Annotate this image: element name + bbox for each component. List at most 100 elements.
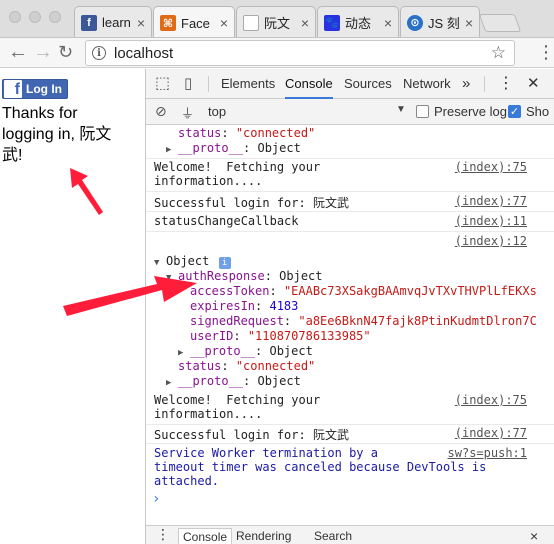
close-window-button[interactable] <box>9 11 21 23</box>
row-divider <box>146 158 554 159</box>
console-row: accessToken: "EAABc73XSakgBAAmvqJvTXvTHV… <box>146 284 554 298</box>
new-tab-button[interactable] <box>478 14 522 32</box>
address-bar[interactable]: i localhost ☆ <box>85 40 515 66</box>
page-content: f Log In Thanks for logging in, 阮文武! <box>0 69 145 544</box>
console-row: information.... <box>146 407 554 421</box>
console-source-link[interactable]: (index):77 <box>455 194 527 208</box>
console-row: statusChangeCallback (index):11 <box>146 214 554 228</box>
chevron-down-icon[interactable]: ▼ <box>396 104 406 115</box>
browser-tab-4[interactable]: 🐾 动态 × <box>317 6 399 37</box>
close-tab-icon[interactable]: × <box>137 15 145 31</box>
drawer-tab-search[interactable]: Search <box>314 528 352 544</box>
console-token: authResponse <box>178 269 265 283</box>
browser-tab-3[interactable]: 阮文 × <box>236 6 316 37</box>
browser-tab-2[interactable]: ⌘ Face × <box>153 6 235 37</box>
console-token: "connected" <box>235 126 316 140</box>
inspect-element-icon[interactable]: ⬚ <box>155 69 170 99</box>
console-source-link[interactable]: sw?s=push:1 <box>448 446 527 460</box>
console-source-link[interactable]: (index):75 <box>455 393 527 407</box>
clear-console-icon[interactable]: ⊘ <box>155 103 167 120</box>
preserve-log-label: Preserve log <box>434 104 507 119</box>
console-prompt-icon[interactable]: › <box>152 491 160 507</box>
browser-tab-1[interactable]: f learn × <box>74 6 152 37</box>
login-message: Thanks for logging in, 阮文武! <box>2 105 112 164</box>
reload-icon[interactable]: ↻ <box>58 42 73 62</box>
bookmark-star-icon[interactable]: ☆ <box>491 43 506 63</box>
tab-title: JS 刻 <box>428 16 460 31</box>
console-row: status: "connected" <box>146 126 554 140</box>
divider <box>208 76 209 92</box>
console-token: __proto__ <box>178 374 244 388</box>
console-row: Welcome! Fetching your (index):75 <box>146 160 554 174</box>
console-message: Welcome! Fetching your <box>154 393 321 407</box>
minimize-window-button[interactable] <box>29 11 41 23</box>
console-token: signedRequest <box>190 314 284 328</box>
forward-arrow-icon[interactable]: → <box>33 42 53 62</box>
devtools-menu-icon[interactable]: ⋮ <box>498 69 514 99</box>
console-token: Object <box>166 254 217 268</box>
console-row: Successful login for: 阮文武 (index):77 <box>146 194 554 211</box>
divider <box>484 76 485 92</box>
close-tab-icon[interactable]: × <box>220 15 228 31</box>
maximize-window-button[interactable] <box>49 11 61 23</box>
console-output[interactable]: status: "connected" ▶ __proto__: Object Wel… <box>146 126 554 534</box>
expanded-triangle-icon[interactable]: ▼ <box>166 273 178 283</box>
console-row: attached. <box>146 474 554 488</box>
collapsed-triangle-icon[interactable]: ▶ <box>166 145 178 155</box>
tab-console[interactable]: Console <box>285 69 333 99</box>
facebook-icon: f <box>4 80 22 98</box>
console-row: ▼ authResponse: Object <box>146 269 554 283</box>
console-row: signedRequest: "a8Ee6BknN47fajk8PtinKudm… <box>146 314 554 328</box>
console-message: information.... <box>154 174 263 188</box>
close-tab-icon[interactable]: × <box>465 15 473 31</box>
browser-menu-icon[interactable]: ⋮ <box>537 42 554 62</box>
console-token: accessToken <box>190 284 270 298</box>
console-source-link[interactable]: (index):12 <box>455 234 527 248</box>
console-filter-bar: ⊘ ⏚ top ▼ Preserve log ✓ Sho <box>146 99 554 125</box>
document-icon <box>243 14 259 31</box>
console-row: ▼ Object i <box>146 254 554 269</box>
preserve-log-checkbox[interactable] <box>416 105 429 118</box>
console-source-link[interactable]: (index):75 <box>455 160 527 174</box>
context-selector[interactable]: top <box>208 104 226 119</box>
console-token: : <box>221 126 236 140</box>
console-token: "110870786133985" <box>247 329 371 343</box>
collapsed-triangle-icon[interactable]: ▶ <box>166 378 178 388</box>
tab-elements[interactable]: Elements <box>221 69 275 99</box>
device-toolbar-icon[interactable]: ▯ <box>184 69 192 99</box>
info-badge-icon[interactable]: i <box>218 257 231 269</box>
console-source-link[interactable]: (index):77 <box>455 426 527 440</box>
console-token: "connected" <box>235 359 316 373</box>
console-row: status: "connected" <box>146 359 554 373</box>
close-tab-icon[interactable]: × <box>384 15 392 31</box>
drawer-tab-rendering[interactable]: Rendering <box>236 528 291 544</box>
close-drawer-icon[interactable]: × <box>530 528 538 544</box>
console-token: 4183 <box>269 299 299 313</box>
info-icon[interactable]: i <box>92 46 106 60</box>
console-row: ▶ __proto__: Object <box>146 344 554 358</box>
drawer-menu-icon[interactable]: ⋮ <box>156 526 170 543</box>
close-tab-icon[interactable]: × <box>301 15 309 31</box>
console-row: userID: "110870786133985" <box>146 329 554 343</box>
login-button-label: Log In <box>26 82 62 96</box>
tab-sources[interactable]: Sources <box>344 69 392 99</box>
close-devtools-icon[interactable]: ✕ <box>527 69 540 99</box>
filter-icon[interactable]: ⏚ <box>181 103 194 122</box>
tab-network[interactable]: Network <box>403 69 451 99</box>
back-arrow-icon[interactable]: ← <box>8 42 28 62</box>
browser-tab-5[interactable]: ⊙ JS 刻 × <box>400 6 480 37</box>
facebook-login-button[interactable]: f Log In <box>2 79 68 99</box>
collapsed-triangle-icon[interactable]: ▶ <box>178 348 190 358</box>
show-option-checkbox[interactable]: ✓ <box>508 105 521 118</box>
console-token: : Object <box>264 269 323 283</box>
expanded-triangle-icon[interactable]: ▼ <box>154 258 166 268</box>
drawer-tab-console[interactable]: Console <box>178 528 233 544</box>
console-row: Service Worker termination by a sw?s=push… <box>146 446 554 460</box>
tab-strip: f learn × ⌘ Face × 阮文 × 🐾 动态 × ⊙ JS 刻 × <box>0 0 554 38</box>
url-text: localhost <box>114 44 174 62</box>
console-source-link[interactable]: (index):11 <box>455 214 527 228</box>
tab-title: 阮文 <box>264 16 291 31</box>
console-token: __proto__ <box>190 344 256 358</box>
more-tabs-icon[interactable]: » <box>462 69 470 99</box>
facebook-icon: f <box>81 14 97 31</box>
